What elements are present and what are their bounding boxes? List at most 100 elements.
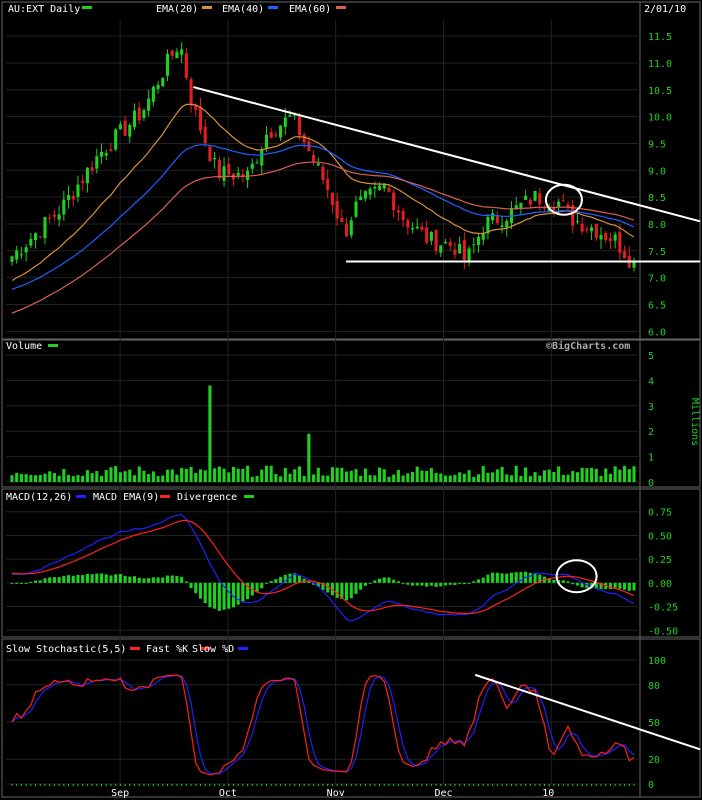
candle-body bbox=[184, 53, 188, 78]
divergence-bar bbox=[189, 582, 193, 589]
volume-bar bbox=[500, 466, 504, 482]
candle-body bbox=[533, 191, 537, 201]
candle-body bbox=[528, 199, 532, 205]
candle-body bbox=[590, 227, 594, 232]
divergence-bar bbox=[132, 576, 137, 583]
candle-body bbox=[222, 166, 226, 181]
volume-bar bbox=[618, 469, 622, 482]
volume-bar bbox=[217, 466, 221, 482]
divergence-bar bbox=[81, 574, 85, 583]
candle-body bbox=[354, 201, 358, 217]
divergence-bar bbox=[396, 581, 400, 583]
divergence-bar bbox=[377, 578, 382, 583]
candle-body bbox=[623, 251, 627, 259]
divergence-bar bbox=[29, 581, 33, 583]
candle-body bbox=[316, 163, 320, 166]
divergence-bar bbox=[481, 577, 485, 583]
volume-bar bbox=[533, 472, 537, 482]
stoch-title: Slow Stochastic(5,5) bbox=[6, 644, 126, 655]
candle-body bbox=[189, 79, 193, 106]
candle-body bbox=[194, 105, 198, 110]
candle-body bbox=[335, 201, 339, 219]
candle-body bbox=[359, 196, 363, 201]
divergence-bar bbox=[38, 580, 42, 583]
volume-bar bbox=[467, 470, 471, 482]
volume-bar bbox=[170, 469, 174, 482]
candle-body bbox=[476, 237, 481, 246]
volume-bar bbox=[590, 467, 594, 482]
divergence-bar bbox=[90, 574, 94, 583]
candle-body bbox=[76, 184, 80, 197]
volume-bar bbox=[236, 468, 240, 482]
volume-bar bbox=[345, 471, 349, 482]
volume-bar bbox=[104, 470, 108, 482]
candle-body bbox=[213, 157, 217, 160]
volume-bar bbox=[509, 475, 514, 482]
candle-body bbox=[274, 134, 278, 136]
candle-body bbox=[519, 202, 523, 209]
candle-body bbox=[557, 201, 561, 207]
divergence-bar bbox=[566, 581, 570, 583]
volume-bar bbox=[38, 475, 42, 482]
candle-body bbox=[618, 232, 622, 253]
volume-bar bbox=[260, 469, 264, 482]
divergence-bar bbox=[274, 579, 278, 583]
candle-body bbox=[453, 249, 457, 255]
volume-bar bbox=[29, 475, 33, 482]
candle-body bbox=[495, 216, 499, 223]
volume-bar bbox=[24, 474, 28, 482]
panel-frames bbox=[1, 1, 701, 798]
candle-body bbox=[52, 214, 56, 217]
divergence-bar bbox=[307, 581, 311, 583]
volume-bar bbox=[231, 466, 236, 482]
volume-bar bbox=[293, 469, 297, 482]
divergence-bar bbox=[24, 582, 28, 584]
volume-bar bbox=[90, 473, 94, 482]
volume-bar bbox=[575, 472, 580, 482]
macd-tick-label: 0.75 bbox=[648, 508, 672, 519]
divergence-bar bbox=[561, 580, 565, 583]
volume-bar bbox=[359, 475, 363, 482]
price-tick-label: 7.5 bbox=[648, 247, 666, 258]
divergence-bar bbox=[509, 572, 514, 583]
candle-body bbox=[236, 172, 240, 176]
macd-signal-line bbox=[11, 519, 635, 615]
volume-bar bbox=[241, 468, 245, 482]
volume-bar bbox=[326, 475, 330, 482]
volume-bar bbox=[410, 472, 415, 482]
candle-body bbox=[118, 124, 122, 130]
volume-bar bbox=[15, 472, 19, 482]
date-label: 2/01/10 bbox=[644, 4, 686, 15]
stoch-tick-label: 0 bbox=[648, 780, 654, 791]
divergence-bar bbox=[575, 582, 580, 586]
volume-bar bbox=[109, 467, 113, 482]
legend-ema40-swatch bbox=[268, 6, 278, 9]
volume-bar bbox=[222, 468, 226, 482]
volume-bar bbox=[213, 468, 217, 482]
legend-ema20-swatch bbox=[202, 6, 212, 9]
candles bbox=[10, 42, 636, 272]
divergence-bar bbox=[476, 579, 481, 583]
divergence-bar bbox=[161, 577, 165, 583]
volume-bar bbox=[137, 466, 141, 482]
divergence-bar bbox=[632, 582, 636, 591]
volume-tick-label: 3 bbox=[648, 402, 654, 413]
volume-bar bbox=[165, 469, 170, 482]
volume-bar bbox=[524, 467, 528, 482]
divergence-bar bbox=[439, 582, 443, 587]
candle-body bbox=[297, 115, 301, 136]
divergence-swatch bbox=[244, 495, 254, 498]
volume-bar bbox=[613, 466, 617, 482]
volume-bar bbox=[161, 475, 165, 482]
macd-tick-label: -0.25 bbox=[648, 603, 678, 614]
candle-body bbox=[439, 245, 443, 253]
macd-ema-swatch bbox=[160, 495, 170, 498]
divergence-bar bbox=[217, 582, 221, 611]
candle-body bbox=[128, 124, 132, 137]
candle-body bbox=[410, 228, 415, 230]
volume-bar bbox=[392, 474, 396, 482]
divergence-bar bbox=[236, 582, 240, 605]
volume-bar bbox=[99, 476, 104, 482]
volume-bar bbox=[571, 471, 575, 482]
volume-bar bbox=[302, 475, 306, 482]
